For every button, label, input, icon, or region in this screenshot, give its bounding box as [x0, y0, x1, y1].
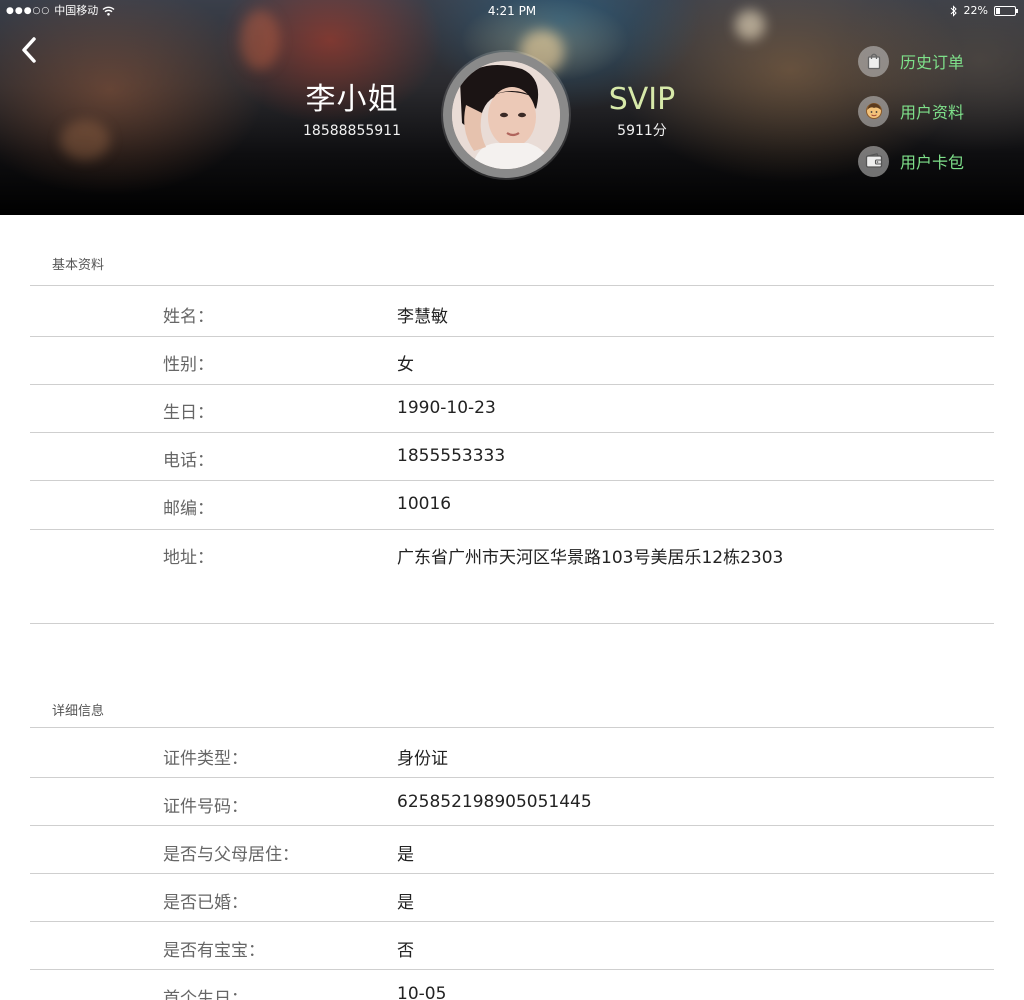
divider — [30, 623, 994, 624]
status-bar: ●●●○○ 中国移动 4:21 PM 22% — [0, 0, 1024, 22]
battery-icon — [994, 6, 1018, 16]
status-right: 22% — [950, 0, 1018, 22]
row-label: 证件号码： — [163, 797, 248, 817]
user-name-block: 李小姐 18588855911 — [296, 80, 408, 142]
table-row: 性别： 女 — [30, 336, 994, 384]
bokeh-light — [60, 120, 110, 160]
row-label: 姓名： — [163, 307, 214, 327]
divider — [30, 727, 994, 728]
row-label: 生日： — [163, 403, 214, 423]
table-row: 姓名： 李慧敏 — [30, 288, 994, 336]
row-value: 身份证 — [397, 749, 448, 769]
row-label: 是否与父母居住： — [163, 845, 299, 865]
table-row: 证件类型： 身份证 — [30, 730, 994, 778]
row-label: 地址： — [163, 548, 214, 568]
bluetooth-icon — [950, 5, 957, 17]
row-label: 是否已婚： — [163, 893, 248, 913]
table-row: 邮编： 10016 — [30, 480, 994, 528]
row-value: 是 — [397, 893, 414, 913]
section-title-basic: 基本资料 — [52, 258, 105, 273]
row-label: 电话： — [163, 451, 214, 471]
row-value: 10016 — [397, 494, 452, 514]
row-value: 否 — [397, 941, 414, 961]
back-button[interactable] — [14, 34, 44, 66]
menu-label: 用户资料 — [900, 103, 965, 122]
profile-header: ●●●○○ 中国移动 4:21 PM 22% 李小姐 18588855911 S… — [0, 0, 1024, 215]
table-row: 地址： 广东省广州市天河区华景路103号美居乐12栋2303 — [30, 529, 994, 577]
table-row: 首个生日： 10-05 — [30, 970, 994, 1000]
row-label: 证件类型： — [163, 749, 248, 769]
menu-item-user-profile[interactable]: 用户资料 — [858, 95, 1008, 127]
avatar-portrait — [452, 61, 560, 169]
chevron-left-icon — [22, 37, 36, 63]
shopping-bag-icon — [867, 53, 880, 70]
user-name: 李小姐 — [305, 82, 399, 117]
row-value: 625852198905051445 — [397, 792, 592, 812]
user-phone: 18588855911 — [303, 123, 401, 139]
row-label: 是否有宝宝： — [163, 941, 265, 961]
menu-icon-circle — [858, 145, 889, 177]
row-label: 首个生日： — [163, 989, 248, 1000]
menu-item-history-orders[interactable]: 历史订单 — [858, 45, 1008, 77]
vip-level: SVIP — [608, 82, 676, 117]
row-value: 是 — [397, 845, 414, 865]
menu-icon-circle — [858, 45, 889, 77]
user-face-icon — [865, 103, 882, 119]
avatar — [452, 61, 560, 169]
menu-label: 历史订单 — [900, 53, 965, 72]
row-value: 1855553333 — [397, 446, 506, 466]
avatar-ring[interactable] — [443, 52, 569, 178]
side-menu: 历史订单 用户资料 用户卡包 — [858, 45, 1008, 195]
row-value: 1990-10-23 — [397, 398, 496, 418]
row-value: 10-05 — [397, 984, 447, 1000]
table-row: 是否与父母居住： 是 — [30, 826, 994, 874]
divider — [30, 285, 994, 286]
section-title-detail: 详细信息 — [52, 704, 105, 719]
menu-icon-circle — [858, 95, 889, 127]
table-row: 证件号码： 625852198905051445 — [30, 778, 994, 826]
table-row: 电话： 1855553333 — [30, 432, 994, 480]
row-value: 女 — [397, 355, 414, 375]
table-row: 是否已婚： 是 — [30, 874, 994, 922]
row-label: 邮编： — [163, 499, 214, 519]
vip-points: 5911分 — [617, 123, 667, 139]
status-time: 4:21 PM — [487, 4, 537, 18]
row-value: 广东省广州市天河区华景路103号美居乐12栋2303 — [397, 548, 784, 568]
table-row: 生日： 1990-10-23 — [30, 384, 994, 432]
row-value: 李慧敏 — [397, 307, 448, 327]
row-label: 性别： — [163, 355, 214, 375]
battery-percent: 22% — [963, 4, 988, 17]
battery-level-fill — [996, 8, 1000, 14]
menu-label: 用户卡包 — [900, 153, 965, 172]
wallet-icon — [865, 153, 882, 168]
menu-item-user-wallet[interactable]: 用户卡包 — [858, 145, 1008, 177]
table-row: 是否有宝宝： 否 — [30, 922, 994, 970]
vip-block: SVIP 5911分 — [592, 80, 692, 142]
